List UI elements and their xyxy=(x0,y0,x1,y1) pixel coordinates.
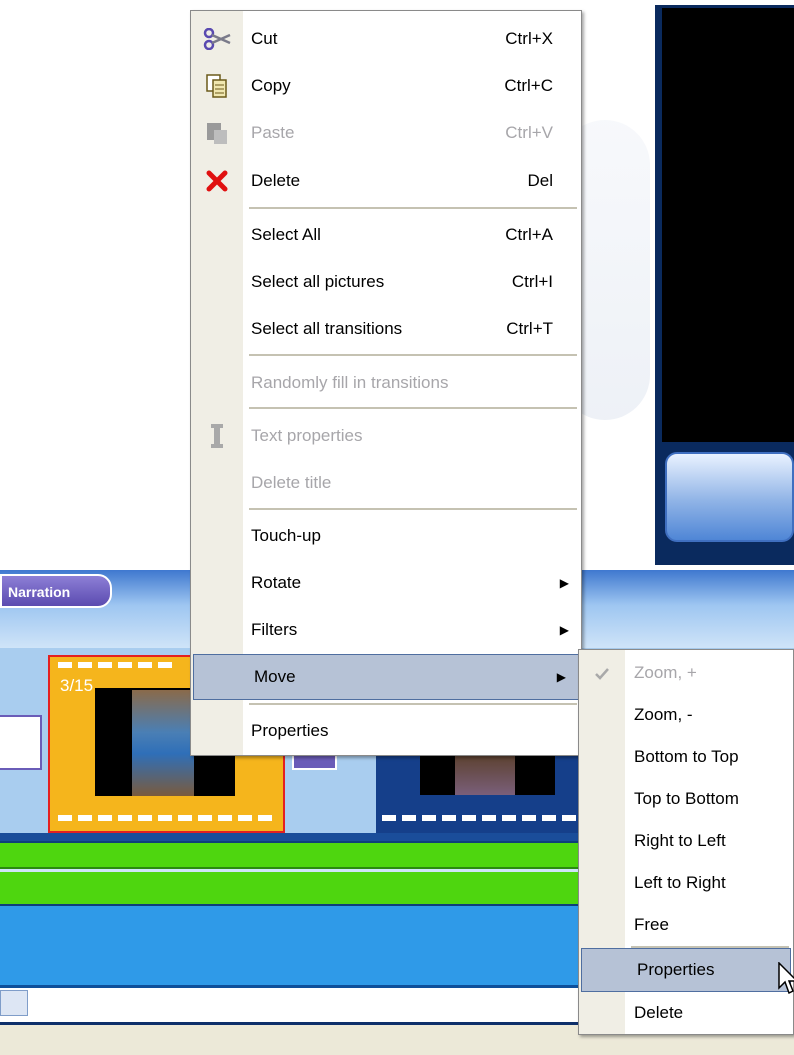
context-menu: Cut Ctrl+X Copy Ctrl+C Paste Ctrl+V Dele… xyxy=(190,10,582,756)
paste-icon xyxy=(201,117,233,149)
submenu-item-properties[interactable]: Properties xyxy=(581,948,791,992)
checkmark-icon xyxy=(586,658,618,690)
menu-item-shortcut: Ctrl+T xyxy=(506,319,553,338)
menu-item-label: Cut xyxy=(251,29,278,48)
menu-item-label: Paste xyxy=(251,123,295,142)
menu-item-touch-up[interactable]: Touch-up xyxy=(191,514,581,558)
menu-item-select-all-transitions[interactable]: Select all transitions Ctrl+T xyxy=(191,307,581,351)
submenu-item-left-to-right[interactable]: Left to Right xyxy=(579,862,793,904)
menu-item-label: Copy xyxy=(251,76,291,95)
menu-item-select-all-pictures[interactable]: Select all pictures Ctrl+I xyxy=(191,260,581,304)
submenu-item-zoom-in[interactable]: Zoom, + xyxy=(579,652,793,694)
menu-item-delete-title[interactable]: Delete title xyxy=(191,461,581,505)
menu-item-randomly-fill-transitions[interactable]: Randomly fill in transitions xyxy=(191,361,581,405)
preview-control-button[interactable] xyxy=(665,452,794,542)
menu-item-move[interactable]: Move ▶ xyxy=(193,654,579,700)
menu-item-label: Select all transitions xyxy=(251,319,403,338)
menu-item-label: Right to Left xyxy=(634,831,726,850)
menu-separator xyxy=(249,207,577,209)
menu-item-shortcut: Ctrl+I xyxy=(511,272,553,291)
menu-item-label: Text properties xyxy=(251,426,363,445)
submenu-arrow-icon: ▶ xyxy=(559,623,569,637)
menu-item-filters[interactable]: Filters ▶ xyxy=(191,608,581,652)
move-submenu: Zoom, + Zoom, - Bottom to Top Top to Bot… xyxy=(578,649,794,1035)
menu-item-cut[interactable]: Cut Ctrl+X xyxy=(191,17,581,61)
menu-item-label: Bottom to Top xyxy=(634,747,739,766)
submenu-item-free[interactable]: Free xyxy=(579,904,793,946)
menu-separator xyxy=(249,407,577,409)
scrollbar-thumb[interactable] xyxy=(0,990,28,1016)
menu-item-shortcut: Ctrl+V xyxy=(505,123,553,142)
menu-item-label: Randomly fill in transitions xyxy=(251,373,449,392)
menu-item-label: Properties xyxy=(637,960,715,979)
menu-item-shortcut: Ctrl+A xyxy=(505,225,553,244)
menu-item-label: Free xyxy=(634,915,669,934)
scissors-icon xyxy=(201,23,233,55)
submenu-item-right-to-left[interactable]: Right to Left xyxy=(579,820,793,862)
menu-item-paste[interactable]: Paste Ctrl+V xyxy=(191,111,581,155)
menu-item-label: Move xyxy=(254,667,296,686)
menu-item-shortcut: Ctrl+X xyxy=(505,29,553,48)
menu-item-rotate[interactable]: Rotate ▶ xyxy=(191,561,581,605)
preview-screen xyxy=(662,8,794,442)
clip-photo xyxy=(132,690,194,796)
menu-item-label: Touch-up xyxy=(251,526,321,545)
menu-item-label: Left to Right xyxy=(634,873,726,892)
delete-x-icon xyxy=(201,165,233,197)
menu-item-label: Delete xyxy=(251,171,301,190)
menu-separator xyxy=(249,703,577,705)
menu-item-delete[interactable]: Delete Del xyxy=(191,159,581,203)
menu-item-label: Select All xyxy=(251,225,321,244)
copy-icon xyxy=(201,70,233,102)
menu-item-label: Top to Bottom xyxy=(634,789,739,808)
menu-item-properties[interactable]: Properties xyxy=(191,709,581,753)
menu-item-label: Delete title xyxy=(251,473,332,492)
menu-item-label: Rotate xyxy=(251,573,302,592)
menu-separator xyxy=(249,508,577,510)
submenu-arrow-icon: ▶ xyxy=(556,670,566,684)
clip-number: 3/15 xyxy=(60,676,94,695)
text-cursor-icon xyxy=(201,420,233,452)
narration-tab[interactable]: Narration xyxy=(0,574,112,608)
menu-item-label: Filters xyxy=(251,620,298,639)
menu-item-label: Delete xyxy=(634,1003,684,1022)
submenu-item-bottom-to-top[interactable]: Bottom to Top xyxy=(579,736,793,778)
menu-separator xyxy=(249,354,577,356)
menu-item-label: Properties xyxy=(251,721,329,740)
submenu-item-delete[interactable]: Delete xyxy=(579,992,793,1034)
menu-item-label: Zoom, - xyxy=(634,705,693,724)
menu-item-label: Select all pictures xyxy=(251,272,385,291)
menu-item-label: Zoom, + xyxy=(634,663,697,682)
menu-item-shortcut: Ctrl+C xyxy=(504,76,553,95)
submenu-item-zoom-out[interactable]: Zoom, - xyxy=(579,694,793,736)
film-perforation-bottom xyxy=(382,815,578,821)
film-perforation-bottom xyxy=(58,815,276,821)
submenu-item-top-to-bottom[interactable]: Top to Bottom xyxy=(579,778,793,820)
submenu-arrow-icon: ▶ xyxy=(559,576,569,590)
clip-photo xyxy=(455,752,515,795)
menu-item-shortcut: Del xyxy=(527,171,553,190)
menu-item-select-all[interactable]: Select All Ctrl+A xyxy=(191,213,581,257)
menu-item-copy[interactable]: Copy Ctrl+C xyxy=(191,64,581,108)
mouse-cursor-icon xyxy=(778,962,794,995)
clip-partial[interactable] xyxy=(0,715,42,770)
film-perforation-top xyxy=(58,662,178,668)
menu-item-text-properties[interactable]: Text properties xyxy=(191,414,581,458)
